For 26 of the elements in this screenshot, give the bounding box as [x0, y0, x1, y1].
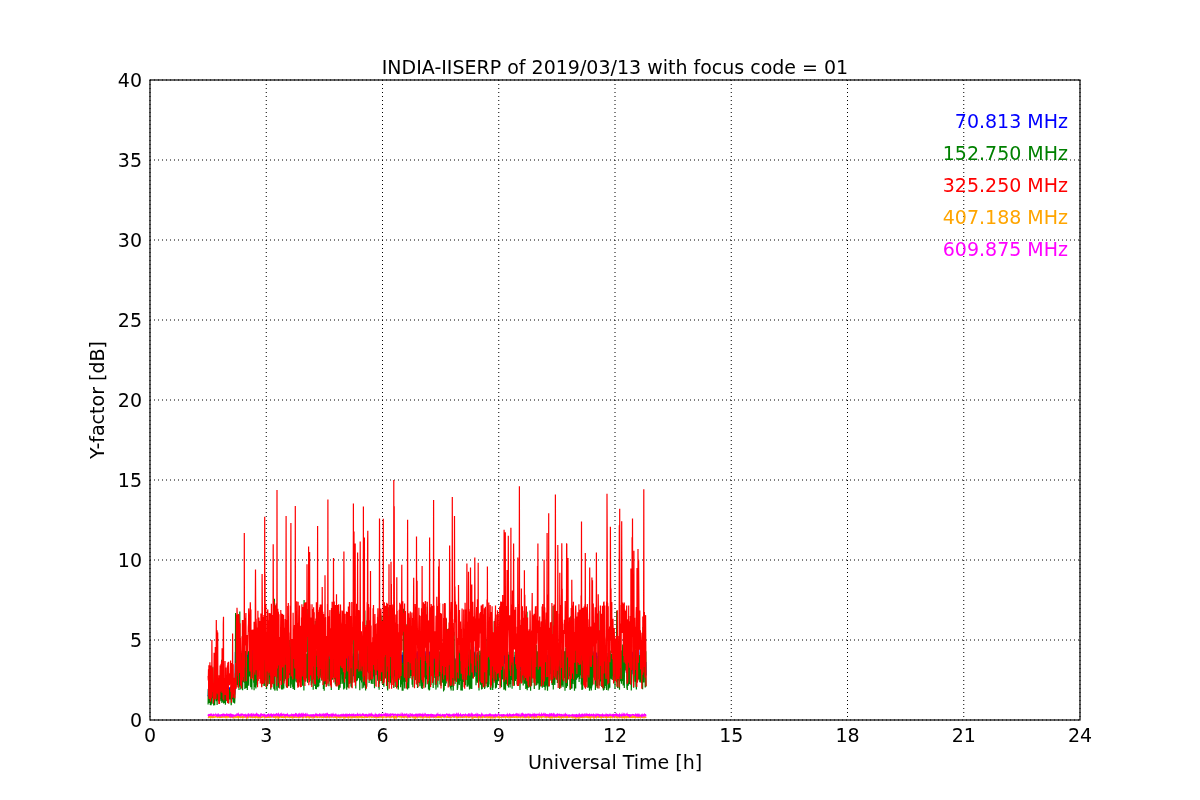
legend-label: 407.188 MHz — [942, 206, 1068, 228]
x-tick-label: 12 — [602, 724, 628, 746]
x-tick-label: 6 — [376, 724, 389, 746]
legend-label: 70.813 MHz — [954, 110, 1068, 132]
y-tick-label: 10 — [117, 549, 142, 571]
legend-label: 609.875 MHz — [942, 238, 1068, 260]
chart-title: INDIA-IISERP of 2019/03/13 with focus code = 01 — [381, 56, 849, 78]
y-axis-label: Y-factor [dB] — [86, 341, 108, 459]
y-tick-label: 25 — [117, 309, 142, 331]
x-tick-label: 9 — [492, 724, 505, 746]
y-tick-label: 35 — [117, 149, 142, 171]
x-tick-label: 0 — [143, 724, 157, 746]
y-tick-label: 15 — [117, 469, 142, 491]
legend-label: 152.750 MHz — [942, 142, 1068, 164]
y-tick-label: 5 — [129, 629, 142, 651]
legend-label: 325.250 MHz — [942, 174, 1068, 196]
x-tick-label: 3 — [260, 724, 273, 746]
x-tick-label: 21 — [951, 724, 976, 746]
y-tick-label: 40 — [117, 69, 142, 91]
x-tick-label: 15 — [719, 724, 744, 746]
y-tick-label: 0 — [129, 709, 142, 731]
y-tick-label: 20 — [117, 389, 142, 411]
x-tick-label: 18 — [835, 724, 860, 746]
x-tick-label: 24 — [1067, 724, 1093, 746]
y-tick-label: 30 — [117, 229, 142, 251]
x-axis-label: Universal Time [h] — [527, 751, 703, 773]
